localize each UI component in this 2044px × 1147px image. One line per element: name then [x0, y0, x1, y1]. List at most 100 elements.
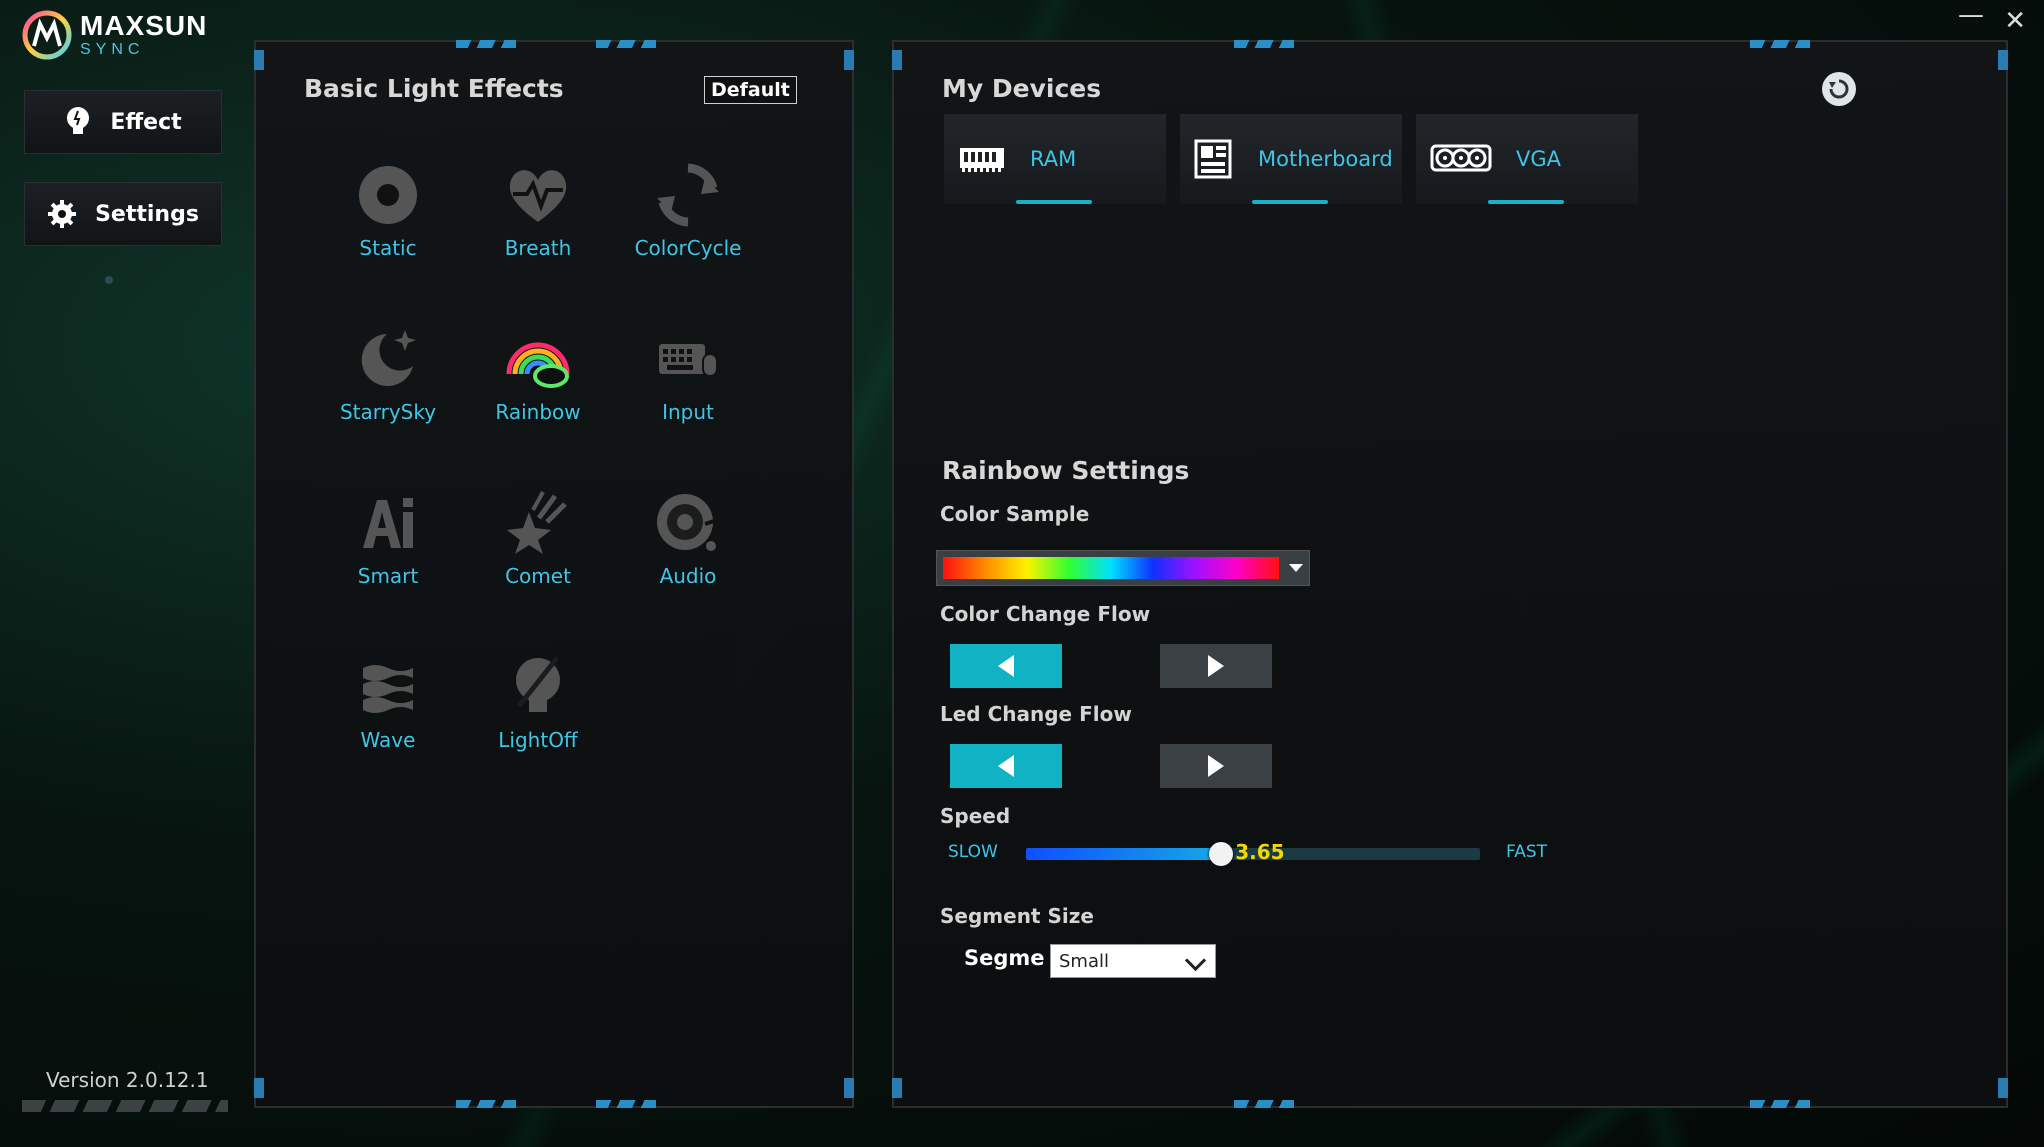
nav-effect-label: Effect [110, 109, 182, 135]
panel-corner [892, 50, 902, 70]
led-flow-left-button[interactable] [950, 744, 1062, 788]
panel-corner [1998, 50, 2008, 70]
basic-light-effects-panel: Basic Light Effects Default Static Breat… [254, 40, 854, 1108]
panel-corner [844, 50, 854, 70]
effect-label: Rainbow [495, 400, 581, 424]
segment-size-select[interactable]: Small [1050, 944, 1216, 978]
devices-panel-title: My Devices [942, 74, 1102, 103]
effect-smart[interactable]: Smart [318, 474, 458, 614]
effect-label: Comet [505, 564, 571, 588]
arrow-left-icon [998, 655, 1014, 677]
nav-indicator-dot [105, 276, 113, 284]
ai-icon [363, 498, 413, 548]
comet-icon [507, 491, 567, 554]
panel-notch [596, 40, 656, 48]
arrow-right-icon [1208, 755, 1224, 777]
effect-wave[interactable]: Wave [318, 638, 458, 778]
rainbow-settings-title: Rainbow Settings [942, 456, 1190, 485]
led-flow-right-button[interactable] [1160, 744, 1272, 788]
speed-slider-thumb[interactable] [1209, 842, 1234, 866]
effect-starrysky[interactable]: StarrySky [318, 310, 458, 450]
panel-notch [1234, 40, 1294, 48]
arrow-left-icon [998, 755, 1014, 777]
nav-effect-button[interactable]: Effect [24, 90, 222, 154]
rainbow-icon [506, 342, 570, 388]
device-tab-vga[interactable]: VGA [1416, 114, 1638, 204]
speed-slow-label: SLOW [948, 842, 998, 862]
brand-name: MAXSUN [80, 10, 208, 41]
panel-corner [892, 1078, 902, 1098]
keyboard-icon [659, 344, 718, 377]
effect-comet[interactable]: Comet [468, 474, 608, 614]
device-underline [1016, 200, 1092, 204]
chevron-down-icon [1184, 949, 1207, 972]
bulb-icon [67, 107, 90, 134]
speed-slider-fill [1026, 848, 1222, 860]
effect-label: StarrySky [339, 400, 437, 424]
segment-field-label: Segme [964, 946, 1045, 970]
effect-rainbow[interactable]: Rainbow [468, 310, 608, 450]
panel-corner [254, 1078, 264, 1098]
panel-notch [456, 1100, 516, 1108]
version-decor [22, 1100, 228, 1112]
close-button[interactable]: ✕ [2004, 6, 2026, 36]
refresh-button[interactable] [1822, 72, 1856, 106]
led-change-flow-label: Led Change Flow [940, 702, 1132, 726]
audio-icon [657, 494, 719, 553]
device-label: VGA [1516, 147, 1562, 171]
device-label: RAM [1030, 147, 1077, 171]
gear-icon [48, 200, 77, 228]
refresh-icon [1829, 79, 1849, 99]
maxsun-logo-icon [22, 10, 72, 60]
effect-breath[interactable]: Breath [468, 146, 608, 286]
effect-label: LightOff [498, 728, 578, 752]
panel-notch [596, 1100, 656, 1108]
nav-settings-label: Settings [95, 201, 199, 227]
app-logo: MAXSUN SYNC [22, 10, 207, 60]
device-tab-motherboard[interactable]: Motherboard [1180, 114, 1402, 204]
effect-label: Smart [357, 564, 419, 588]
color-sample-dropdown[interactable] [936, 550, 1310, 586]
effects-panel-title: Basic Light Effects [304, 74, 564, 103]
panel-notch [456, 40, 516, 48]
device-underline [1252, 200, 1328, 204]
color-flow-right-button[interactable] [1160, 644, 1272, 688]
effect-audio[interactable]: Audio [618, 474, 758, 614]
dropdown-arrow-icon [1289, 564, 1303, 572]
color-sample-label: Color Sample [940, 502, 1090, 526]
speed-value: 3.65 [1235, 840, 1285, 864]
effect-static[interactable]: Static [318, 146, 458, 286]
moon-star-icon [361, 330, 416, 386]
speed-label: Speed [940, 804, 1011, 828]
version-label: Version 2.0.12.1 [46, 1068, 209, 1092]
panel-notch [1750, 1100, 1810, 1108]
effect-lightoff[interactable]: LightOff [468, 638, 608, 778]
minimize-button[interactable]: — [1958, 0, 1984, 30]
panel-notch [1234, 1100, 1294, 1108]
static-icon [359, 166, 417, 224]
effect-label: Wave [360, 728, 416, 752]
segment-size-label: Segment Size [940, 904, 1094, 928]
cycle-icon [657, 163, 719, 227]
ram-icon [960, 148, 1004, 172]
panel-corner [254, 50, 264, 70]
device-tab-ram[interactable]: RAM [944, 114, 1166, 204]
wave-icon [363, 665, 413, 713]
effect-colorcycle[interactable]: ColorCycle [618, 146, 758, 286]
motherboard-icon [1194, 139, 1232, 179]
nav-settings-button[interactable]: Settings [24, 182, 222, 246]
effect-label: Audio [659, 564, 717, 588]
panel-notch [1750, 40, 1810, 48]
speed-fast-label: FAST [1506, 842, 1548, 862]
effect-label: Input [662, 400, 714, 424]
light-off-icon [516, 656, 560, 712]
color-flow-left-button[interactable] [950, 644, 1062, 688]
device-label: Motherboard [1258, 147, 1393, 171]
effect-label: Static [359, 236, 417, 260]
arrow-right-icon [1208, 655, 1224, 677]
panel-corner [1998, 1078, 2008, 1098]
default-button[interactable]: Default [704, 76, 797, 104]
effect-input[interactable]: Input [618, 310, 758, 450]
segment-size-value: Small [1059, 950, 1109, 972]
device-underline [1488, 200, 1564, 204]
